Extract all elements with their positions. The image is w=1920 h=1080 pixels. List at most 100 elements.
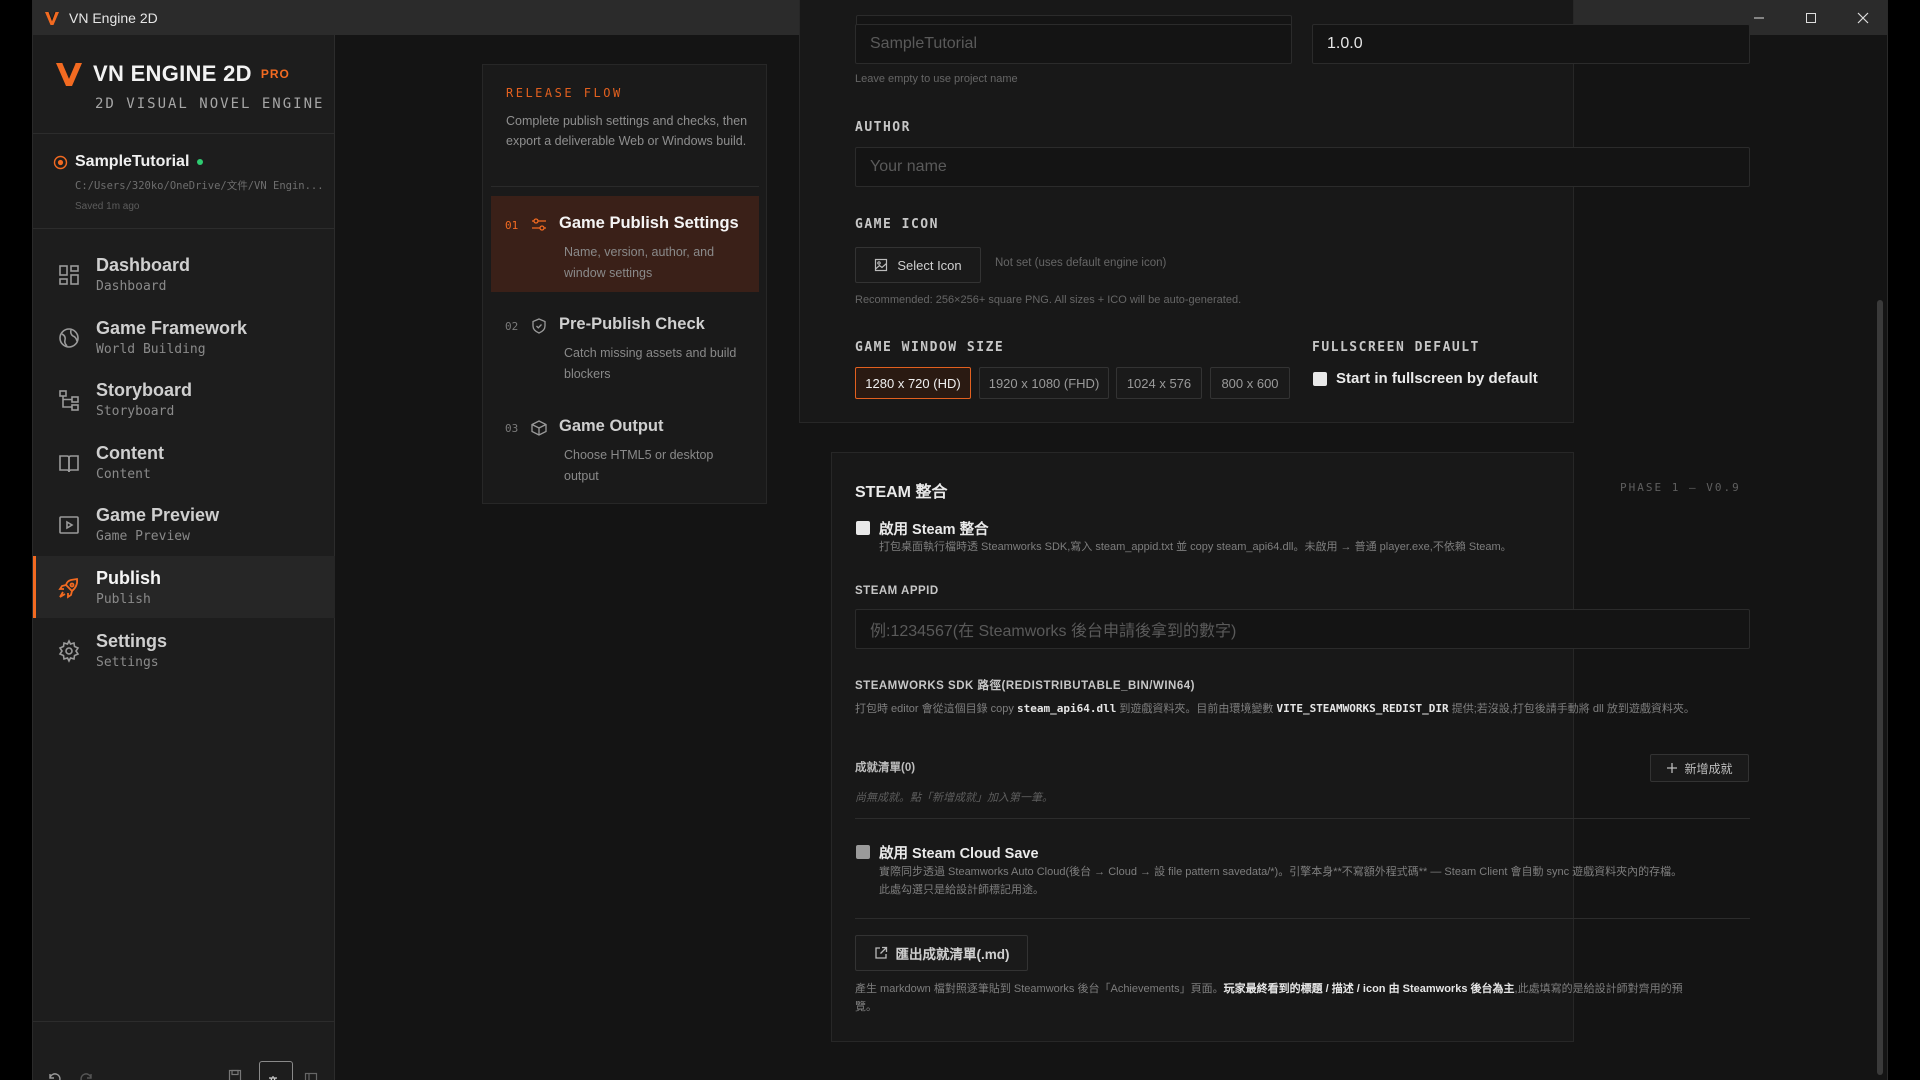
nav-sublabel: Publish <box>96 591 151 607</box>
sdk-path-desc: 打包時 editor 會從這個目錄 copy steam_api64.dll 到… <box>855 700 1695 718</box>
sdk-desc-text: 到遊戲資料夾。目前由環境變數 <box>1116 703 1277 715</box>
sidebar: VN ENGINE 2D PRO 2D VISUAL NOVEL ENGINE … <box>33 35 335 1080</box>
size-option-1024x576[interactable]: 1024 x 576 <box>1116 367 1202 399</box>
phase-badge: PHASE 1 — V0.9 <box>1620 481 1741 494</box>
divider <box>855 918 1750 919</box>
enable-steam-checkbox[interactable] <box>856 521 870 535</box>
save-button[interactable] <box>227 1068 243 1080</box>
window-title: VN Engine 2D <box>69 9 158 26</box>
dll-name: steam_api64.dll <box>1016 702 1117 715</box>
version-input[interactable]: 1.0.0 <box>1312 24 1750 64</box>
nav-sublabel: Storyboard <box>96 404 175 420</box>
rocket-icon <box>58 577 79 599</box>
add-achievement-label: 新增成就 <box>1684 761 1733 776</box>
steam-appid-input[interactable]: 例:1234567(在 Steamworks 後台申請後拿到的數字) <box>855 609 1750 649</box>
redo-icon <box>80 1073 92 1080</box>
sidebar-item-settings[interactable]: Settings Settings <box>33 619 335 681</box>
nav-label: Settings <box>96 630 168 651</box>
nav-label: Storyboard <box>96 380 193 401</box>
record-icon <box>53 155 68 169</box>
step-desc: Name, version, author, and window settin… <box>564 245 715 280</box>
export-desc-text: 覽。 <box>855 1001 877 1013</box>
book-icon <box>59 454 79 472</box>
sidebar-item-game-framework[interactable]: Game Framework World Building <box>33 306 335 368</box>
nav-label: Dashboard <box>96 255 191 275</box>
steam-section-title: STEAM 整合 <box>855 484 948 501</box>
game-name-input[interactable]: SampleTutorial <box>855 24 1292 64</box>
name-hint: Leave empty to use project name <box>855 73 1018 85</box>
nav-label: Game Preview <box>96 505 220 526</box>
export-desc-emphasis: 玩家最終看到的標題 / 描述 / icon 由 Steamworks 後台為主 <box>1223 983 1515 995</box>
project-path: C:/Users/320ko/OneDrive/文件/VN Engin... <box>75 180 323 192</box>
sdk-desc-text: 打包時 editor 會從這個目錄 copy <box>855 703 1017 715</box>
sidebar-item-dashboard[interactable]: Dashboard Dashboard <box>33 243 335 305</box>
maximize-button[interactable] <box>1785 0 1837 35</box>
step-game-publish-settings[interactable]: 01 Game Publish Settings Name, version, … <box>491 196 759 292</box>
add-achievement-button[interactable]: 新增成就 <box>1650 754 1749 782</box>
plus-icon <box>1667 763 1678 773</box>
size-option-1920x1080[interactable]: 1920 x 1080 (FHD) <box>979 367 1109 399</box>
release-flow-label: RELEASE FLOW <box>506 86 623 100</box>
close-icon <box>1857 12 1869 23</box>
export-desc-text: ,此處填寫的是給設計師對齊用的預 <box>1514 983 1683 995</box>
step-game-output[interactable]: 03 Game Output Choose HTML5 or desktop o… <box>491 399 759 495</box>
project-info[interactable]: SampleTutorial C:/Users/320ko/OneDrive/文… <box>53 153 323 212</box>
language-button[interactable] <box>259 1061 293 1080</box>
sidebar-item-storyboard[interactable]: Storyboard Storyboard <box>33 368 335 430</box>
app-logo-icon <box>45 11 59 25</box>
select-icon-button[interactable]: Select Icon <box>855 247 981 283</box>
fullscreen-option-label: Start in fullscreen by default <box>1336 370 1538 387</box>
maximize-icon <box>1806 12 1816 23</box>
step-desc: Catch missing assets and build blockers <box>564 346 737 381</box>
enable-steam-desc: 打包桌面執行檔時透 Steamworks SDK,寫入 steam_appid.… <box>879 541 1512 553</box>
achievements-empty: 尚無成就。點「新增成就」加入第一筆。 <box>855 792 1053 804</box>
release-flow-desc: Complete publish settings and checks, th… <box>506 114 748 148</box>
main-scrollbar[interactable] <box>1877 300 1883 1075</box>
play-icon <box>59 516 79 535</box>
divider <box>33 1021 335 1022</box>
close-button[interactable] <box>1837 0 1887 35</box>
export-desc-text: 產生 markdown 檔對照逐筆貼到 Steamworks 後台「Achiev… <box>855 983 1224 995</box>
step-pre-publish-check[interactable]: 02 Pre-Publish Check Catch missing asset… <box>491 297 759 393</box>
divider <box>491 186 759 187</box>
redo-button[interactable] <box>79 1071 95 1080</box>
divider <box>855 818 1750 819</box>
online-status-dot <box>197 159 204 165</box>
nav-sublabel: Game Preview <box>96 529 190 545</box>
fullscreen-checkbox[interactable] <box>1313 372 1327 386</box>
undo-button[interactable] <box>46 1071 62 1080</box>
undo-icon <box>49 1073 61 1080</box>
nav-label: Content <box>96 442 164 463</box>
gear-icon <box>58 638 80 663</box>
app-window: VN Engine 2D VN ENGINE 2D PRO 2D VISUAL … <box>32 0 1888 1080</box>
author-input[interactable]: Your name <box>855 147 1750 187</box>
nav-label: Game Framework <box>96 317 248 338</box>
package-icon <box>531 420 547 436</box>
size-option-1280x720[interactable]: 1280 x 720 (HD) <box>855 367 971 399</box>
divider <box>33 228 335 229</box>
globe-icon <box>59 327 79 348</box>
brand-subtitle: 2D VISUAL NOVEL ENGINE <box>95 96 325 112</box>
cloud-save-desc: 實際同步透過 Steamworks Auto Cloud(後台 → Cloud … <box>879 866 1683 878</box>
sidebar-item-content[interactable]: Content Content <box>33 431 335 493</box>
step-title: Game Publish Settings <box>559 214 739 232</box>
layout-toggle-button[interactable] <box>303 1071 319 1080</box>
sidebar-item-game-preview[interactable]: Game Preview Game Preview <box>33 493 335 555</box>
brand-title: VN ENGINE 2D <box>93 61 252 86</box>
step-number: 02 <box>505 320 519 333</box>
sidebar-item-publish[interactable]: Publish Publish <box>33 555 335 618</box>
brand-logo-icon <box>56 62 82 86</box>
cloud-save-checkbox[interactable] <box>856 845 870 859</box>
sidebar-footer <box>33 1056 335 1080</box>
panel-icon <box>304 1072 318 1080</box>
project-name: SampleTutorial <box>75 153 190 170</box>
fullscreen-label: FULLSCREEN DEFAULT <box>1312 340 1480 355</box>
author-label: AUTHOR <box>855 120 911 135</box>
cloud-save-desc-2: 此處勾選只是給設計師標記用途。 <box>879 884 1044 896</box>
achievements-label: 成就清單(0) <box>855 762 916 774</box>
select-icon-label: Select Icon <box>897 257 962 273</box>
export-achievements-button[interactable]: 匯出成就清單(.md) <box>855 935 1028 971</box>
sdk-desc-text: 提供;若沒設,打包後請手動將 dll 放到遊戲資料夾。 <box>1448 703 1695 715</box>
size-option-800x600[interactable]: 800 x 600 <box>1210 367 1290 399</box>
pro-badge: PRO <box>260 67 290 81</box>
